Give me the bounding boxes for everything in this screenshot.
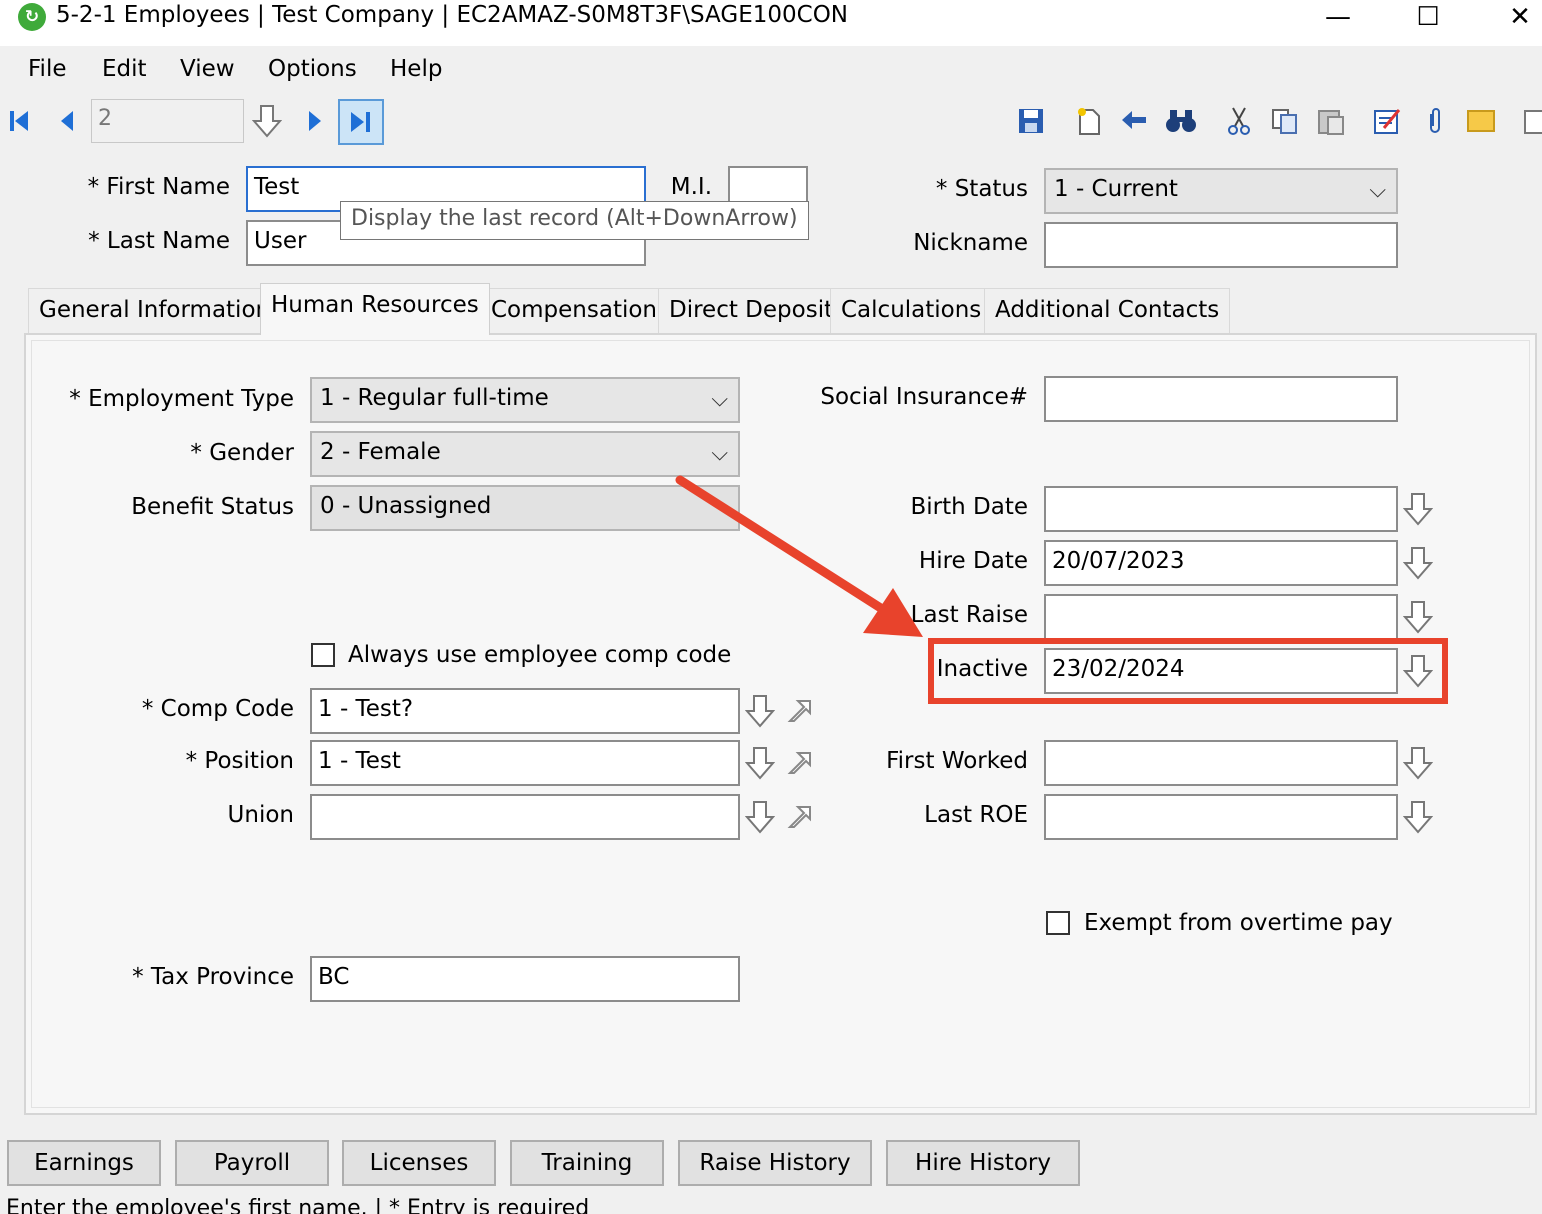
annotation-arrow — [675, 475, 923, 637]
hire-history-button[interactable]: Hire History — [886, 1140, 1080, 1186]
licenses-button[interactable]: Licenses — [342, 1140, 496, 1186]
earnings-button[interactable]: Earnings — [7, 1140, 161, 1186]
raise-history-button[interactable]: Raise History — [678, 1140, 872, 1186]
tab-human-resources[interactable]: Human Resources — [260, 283, 490, 335]
status-bar-text: Enter the employee's first name. | * Ent… — [6, 1196, 590, 1214]
training-button[interactable]: Training — [510, 1140, 664, 1186]
inactive-highlight-box — [928, 638, 1448, 704]
payroll-button[interactable]: Payroll — [175, 1140, 329, 1186]
